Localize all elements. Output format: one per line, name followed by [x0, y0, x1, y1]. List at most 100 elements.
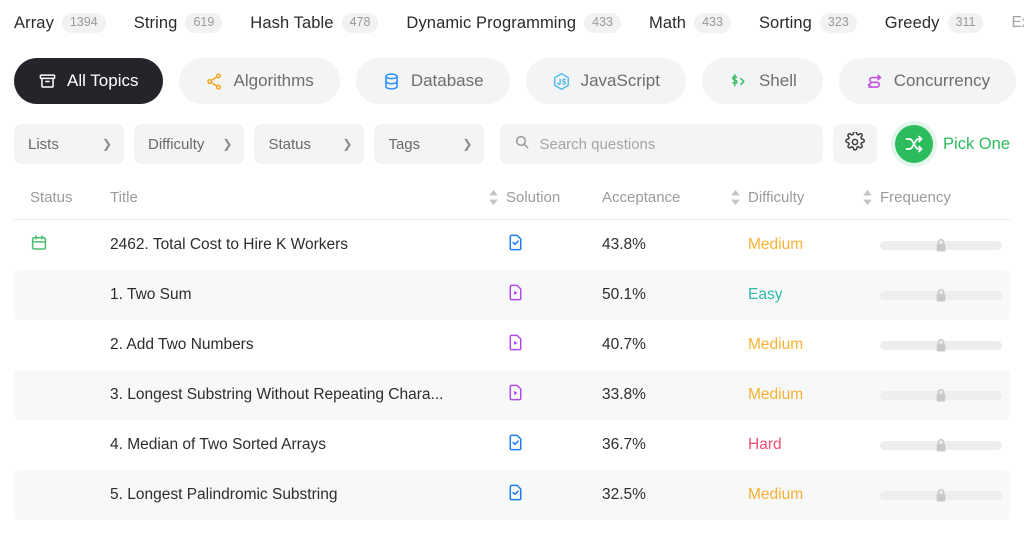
category-pill-label: JavaScript — [580, 71, 660, 90]
filter-dropdown-label: Status — [268, 135, 311, 153]
topic-tag-greedy[interactable]: Greedy 311 — [885, 8, 998, 38]
row-title[interactable]: 4. Median of Two Sorted Arrays — [110, 436, 480, 454]
row-solution[interactable] — [506, 383, 602, 407]
row-solution[interactable] — [506, 433, 602, 457]
category-pill-all-topics[interactable]: All Topics — [14, 58, 163, 104]
category-pill-label: Shell — [758, 71, 797, 90]
filter-bar: Lists ❯ Difficulty ❯ Status ❯ Tags ❯ Sea… — [0, 108, 1024, 170]
frequency-bar — [880, 388, 1002, 401]
row-difficulty: Medium — [748, 336, 804, 353]
filter-dropdown-status[interactable]: Status ❯ — [254, 124, 365, 164]
pick-one-button[interactable]: Pick One — [887, 125, 1010, 163]
database-cylinder-icon — [382, 72, 401, 91]
chevron-down-icon: ❯ — [342, 137, 353, 151]
row-solution[interactable] — [506, 233, 602, 257]
frequency-bar — [880, 438, 1002, 451]
sort-arrows-icon — [730, 190, 741, 205]
lock-icon — [933, 437, 950, 454]
table-row[interactable]: 3. Longest Substring Without Repeating C… — [14, 370, 1010, 420]
category-pill-shell[interactable]: Shell — [701, 58, 823, 104]
topic-tag-label: Hash Table — [250, 13, 334, 32]
sort-arrows-icon — [488, 190, 499, 205]
category-pill-algorithms[interactable]: Algorithms — [178, 58, 340, 104]
lock-icon — [933, 337, 950, 354]
filter-dropdown-lists[interactable]: Lists ❯ — [14, 124, 124, 164]
topic-tag-label: Greedy — [884, 13, 940, 32]
shuffle-icon — [895, 125, 934, 163]
topic-tag-count: 433 — [584, 13, 621, 33]
frequency-bar — [880, 488, 1002, 501]
filter-dropdown-difficulty[interactable]: Difficulty ❯ — [134, 124, 245, 164]
filter-dropdown-tags[interactable]: Tags ❯ — [374, 124, 485, 164]
lock-icon — [933, 287, 950, 304]
row-title[interactable]: 2462. Total Cost to Hire K Workers — [110, 236, 480, 254]
topic-tag-dynamic-programming[interactable]: Dynamic Programming 433 — [406, 8, 635, 38]
row-difficulty: Medium — [748, 236, 804, 253]
row-solution[interactable] — [506, 333, 602, 357]
row-frequency — [880, 488, 1010, 501]
topic-tag-label: String — [133, 13, 178, 32]
topic-tag-hash-table[interactable]: Hash Table 478 — [250, 8, 392, 38]
sort-difficulty-button[interactable] — [854, 190, 880, 205]
row-title[interactable]: 1. Two Sum — [110, 286, 480, 304]
row-title[interactable]: 2. Add Two Numbers — [110, 336, 480, 354]
column-header-acceptance[interactable]: Acceptance — [602, 189, 722, 206]
row-acceptance: 40.7% — [602, 336, 646, 353]
chevron-down-icon: ❯ — [101, 137, 112, 151]
document-play-icon — [506, 283, 525, 307]
row-frequency — [880, 238, 1010, 251]
row-frequency — [880, 338, 1010, 351]
category-pill-database[interactable]: Database — [355, 58, 510, 104]
search-input[interactable] — [539, 135, 810, 153]
row-frequency — [880, 288, 1010, 301]
table-row[interactable]: 1. Two Sum 50.1% Easy — [14, 270, 1010, 320]
row-solution[interactable] — [506, 483, 602, 507]
row-difficulty: Medium — [748, 486, 804, 503]
row-acceptance: 50.1% — [602, 286, 646, 303]
row-title-label: 2462. Total Cost to Hire K Workers — [110, 236, 349, 253]
lock-icon — [933, 237, 950, 254]
topic-tag-sorting[interactable]: Sorting 323 — [759, 8, 871, 38]
chevron-down-icon: ❯ — [222, 137, 233, 151]
category-pill-concurrency[interactable]: Concurrency — [838, 58, 1017, 104]
row-title-label: 4. Median of Two Sorted Arrays — [110, 436, 326, 453]
table-row[interactable]: 2. Add Two Numbers 40.7% Medium — [14, 320, 1010, 370]
sort-title-button[interactable] — [480, 190, 506, 205]
frequency-bar — [880, 338, 1002, 351]
row-difficulty: Hard — [748, 436, 782, 453]
frequency-bar — [880, 288, 1002, 301]
topic-tag-count: 478 — [341, 13, 379, 33]
calendar-icon — [30, 234, 48, 257]
topic-tag-array[interactable]: Array 1394 — [14, 8, 120, 38]
problems-table: Status Title Solution Acceptance Difficu… — [0, 176, 1024, 520]
table-row[interactable]: 4. Median of Two Sorted Arrays 36.7% Har… — [14, 420, 1010, 470]
topic-tag-math[interactable]: Math 433 — [649, 8, 745, 38]
row-title[interactable]: 3. Longest Substring Without Repeating C… — [110, 386, 480, 404]
settings-button[interactable] — [833, 124, 878, 164]
javascript-hexagon-icon — [552, 72, 571, 91]
column-header-title[interactable]: Title — [110, 189, 480, 206]
column-header-frequency: Frequency — [880, 189, 951, 206]
row-solution[interactable] — [506, 283, 602, 307]
topic-tag-string[interactable]: String 619 — [134, 8, 237, 38]
expand-label: Expand — [1011, 14, 1024, 31]
category-pill-label: Concurrency — [893, 71, 991, 90]
topic-tag-count: 1394 — [61, 13, 106, 33]
table-header-row: Status Title Solution Acceptance Difficu… — [14, 176, 1010, 220]
row-acceptance: 33.8% — [602, 386, 646, 403]
column-header-difficulty[interactable]: Difficulty — [748, 189, 854, 206]
table-row[interactable]: 5. Longest Palindromic Substring 32.5% M… — [14, 470, 1010, 520]
row-title[interactable]: 5. Longest Palindromic Substring — [110, 486, 480, 504]
expand-topics-button[interactable]: Expand ❯ — [1011, 14, 1024, 32]
document-check-icon — [506, 233, 525, 257]
topic-tag-label: Sorting — [758, 13, 812, 32]
row-frequency — [880, 438, 1010, 451]
column-header-solution: Solution — [506, 189, 561, 206]
sort-acceptance-button[interactable] — [722, 190, 748, 205]
archive-box-icon — [38, 72, 57, 91]
table-row[interactable]: 2462. Total Cost to Hire K Workers 43.8%… — [14, 220, 1010, 270]
sort-arrows-icon — [862, 190, 873, 205]
search-box[interactable] — [500, 124, 824, 164]
category-pill-javascript[interactable]: JavaScript — [525, 58, 686, 104]
document-check-icon — [506, 483, 525, 507]
